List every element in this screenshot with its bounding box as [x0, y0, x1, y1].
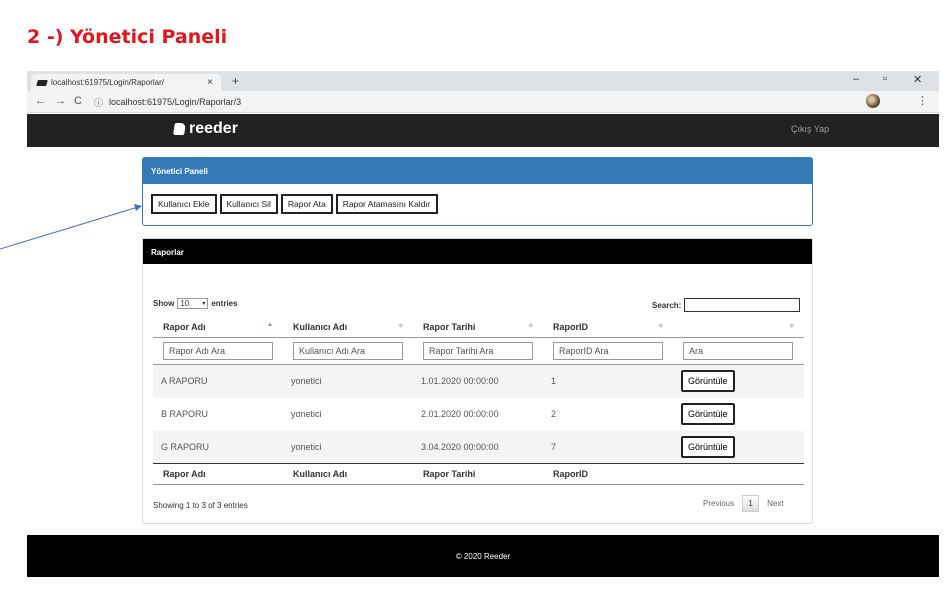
- cell-report-date: 2.01.2020 00:00:00: [421, 409, 499, 419]
- column-header[interactable]: Rapor Adı ▲: [153, 317, 283, 338]
- search-input[interactable]: [684, 298, 801, 312]
- entries-length-control: Show 10 ▾ entries: [153, 298, 238, 309]
- table-info: Showing 1 to 3 of 3 entries: [153, 501, 248, 510]
- entries-select-value: 10: [180, 299, 190, 308]
- table-row: B RAPORU yonetici 2.01.2020 00:00:00 2 G…: [153, 398, 804, 431]
- column-header[interactable]: Kullanıcı Adı ◆: [283, 317, 413, 338]
- table-footer-row: Rapor Adı Kullanıcı Adı Rapor Tarihi Rap…: [153, 463, 804, 485]
- browser-tab[interactable]: localhost:61975/Login/Raporlar/ ×: [31, 74, 221, 91]
- reload-icon[interactable]: C: [74, 95, 82, 107]
- column-header[interactable]: ◆: [673, 317, 804, 338]
- sort-asc-icon: ▲: [267, 322, 273, 328]
- cell-user-name: yonetici: [291, 409, 322, 419]
- minimize-icon[interactable]: –: [853, 73, 859, 85]
- reports-table: Rapor Adı ▲ Kullanıcı Adı ◆ Rapor Tarihi ◆ …: [153, 317, 804, 485]
- tab-title: localhost:61975/Login/Raporlar/: [51, 78, 164, 87]
- footer-column-label: Rapor Tarihi: [413, 463, 543, 485]
- reports-title: Raporlar: [143, 239, 812, 264]
- filter-input-report-id[interactable]: RaporID Ara: [553, 342, 663, 360]
- admin-panel-actions: Kullanıcı Ekle Kullanıcı Sil Rapor Ata R…: [143, 184, 812, 224]
- cell-report-id: 2: [551, 409, 557, 419]
- delete-user-button[interactable]: Kullanıcı Sil: [219, 194, 278, 214]
- cell-report-date: 3.04.2020 00:00:00: [413, 430, 543, 464]
- filter-input-action[interactable]: Ara: [683, 342, 793, 360]
- sort-icon: ◆: [528, 323, 533, 329]
- back-icon[interactable]: ←: [35, 95, 46, 107]
- cell-report-id: 1: [543, 364, 673, 398]
- pagination: Previous 1 Next: [703, 495, 784, 512]
- url-field[interactable]: ⓘ localhost:61975/Login/Raporlar/3: [94, 94, 864, 110]
- cell-report-name: G RAPORU: [153, 430, 283, 464]
- assign-report-button[interactable]: Rapor Ata: [280, 194, 333, 214]
- sort-icon: ◆: [398, 323, 403, 329]
- chevron-down-icon: ▾: [202, 301, 206, 307]
- cell-user-name: yonetici: [283, 430, 413, 464]
- maximize-icon[interactable]: ▫: [883, 73, 887, 85]
- favicon-icon: [36, 79, 48, 86]
- table-row: A RAPORU yonetici 1.01.2020 00:00:00 1 G…: [153, 364, 804, 398]
- document-heading: 2 -) Yönetici Paneli: [27, 26, 228, 48]
- sort-icon: ◆: [658, 323, 663, 329]
- sort-icon: ◆: [789, 323, 794, 329]
- site-info-icon[interactable]: ⓘ: [94, 96, 103, 109]
- table-header-row: Rapor Adı ▲ Kullanıcı Adı ◆ Rapor Tarihi ◆ …: [153, 317, 804, 338]
- view-report-button[interactable]: Görüntüle: [681, 370, 735, 393]
- cell-report-id: 7: [543, 430, 673, 464]
- url-text: localhost:61975/Login/Raporlar/3: [109, 97, 242, 107]
- profile-avatar[interactable]: [866, 94, 880, 108]
- browser-menu-icon[interactable]: ⋮: [917, 94, 928, 107]
- cell-report-name: B RAPORU: [161, 409, 209, 419]
- view-report-button[interactable]: Görüntüle: [681, 403, 735, 425]
- forward-icon[interactable]: →: [55, 95, 66, 107]
- footer-column-label: Kullanıcı Adı: [283, 463, 413, 485]
- previous-page-button[interactable]: Previous: [703, 499, 734, 508]
- filter-input-report-name[interactable]: Rapor Adı Ara: [163, 342, 273, 360]
- entries-select[interactable]: 10 ▾: [177, 298, 209, 309]
- entries-label: entries: [211, 299, 238, 308]
- page-1-button[interactable]: 1: [742, 495, 760, 512]
- filter-input-report-date[interactable]: Rapor Tarihi Ara: [423, 342, 533, 360]
- footer-column-label: Rapor Adı: [153, 463, 283, 485]
- address-bar: ← → C ⓘ localhost:61975/Login/Raporlar/3…: [27, 91, 939, 113]
- search-label: Search:: [652, 300, 682, 310]
- footer-column-label: [673, 463, 804, 485]
- cell-report-name: A RAPORU: [153, 364, 283, 398]
- table-search: Search:: [652, 298, 801, 312]
- footer-column-label: RaporID: [543, 463, 673, 485]
- close-window-icon[interactable]: ✕: [913, 73, 922, 86]
- add-user-button[interactable]: Kullanıcı Ekle: [151, 194, 217, 214]
- admin-panel-title: Yönetici Paneli: [143, 158, 812, 184]
- admin-panel: Yönetici Paneli Kullanıcı Ekle Kullanıcı…: [142, 157, 813, 226]
- copyright-text: © 2020 Reeder: [455, 552, 511, 561]
- unassign-report-button[interactable]: Rapor Atamasını Kaldır: [335, 194, 438, 214]
- column-header[interactable]: RaporID ◆: [543, 317, 673, 338]
- brand-link[interactable]: reeder: [173, 120, 238, 138]
- filter-input-user-name[interactable]: Kullanıcı Adı Ara: [293, 342, 403, 360]
- column-header[interactable]: Rapor Tarihi ◆: [413, 317, 543, 338]
- site-navbar: reeder Çıkış Yap: [27, 114, 939, 147]
- brand-name: reeder: [189, 120, 238, 137]
- brand-logo-icon: [173, 123, 186, 135]
- show-label: Show: [153, 299, 175, 308]
- browser-tabstrip: localhost:61975/Login/Raporlar/ × + – ▫ …: [27, 71, 939, 91]
- next-page-button[interactable]: Next: [767, 499, 783, 508]
- filter-row: Rapor Adı Ara Kullanıcı Adı Ara Rapor Ta…: [153, 337, 804, 365]
- new-tab-button[interactable]: +: [232, 74, 239, 88]
- reports-panel: Raporlar Show 10 ▾ entries Search: Rapor…: [142, 238, 813, 524]
- view-report-button[interactable]: Görüntüle: [681, 435, 735, 458]
- site-footer: © 2020 Reeder: [27, 535, 939, 577]
- table-row: G RAPORU yonetici 3.04.2020 00:00:00 7 G…: [153, 430, 804, 464]
- cell-user-name: yonetici: [283, 364, 413, 398]
- cell-report-date: 1.01.2020 00:00:00: [413, 364, 543, 398]
- tab-close-icon[interactable]: ×: [203, 77, 217, 88]
- logout-link[interactable]: Çıkış Yap: [791, 124, 829, 134]
